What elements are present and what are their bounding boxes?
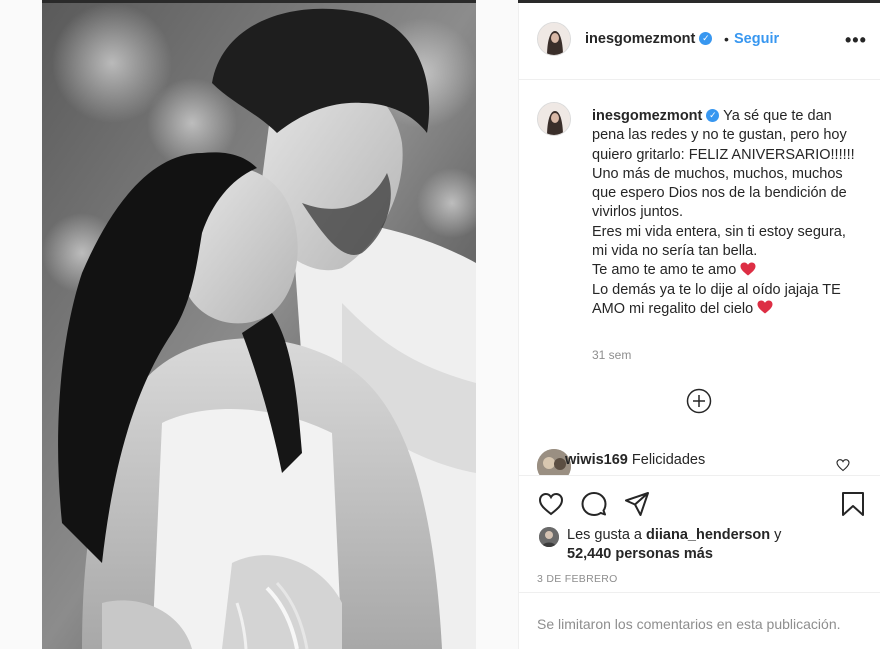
caption-line-3: Eres mi vida entera, sin ti estoy segura…: [592, 223, 846, 260]
page-background-gap: [476, 0, 518, 649]
red-heart-emoji: [740, 262, 756, 276]
post-date[interactable]: 3 DE FEBRERO: [537, 573, 618, 585]
post-header: inesgomezmont ✓ • Seguir •••: [519, 3, 880, 80]
liker-username[interactable]: diiana_henderson: [646, 527, 770, 543]
post-detail-panel: inesgomezmont ✓ • Seguir ••• inesgomezmon…: [518, 3, 880, 649]
separator-dot: •: [724, 31, 729, 47]
follow-button[interactable]: Seguir: [734, 31, 779, 47]
page-background-left: [0, 0, 42, 649]
comment-item: wiwis169 Felicidades: [519, 447, 880, 475]
likes-prefix: Les gusta a: [567, 527, 642, 543]
bookmark-icon[interactable]: [839, 490, 867, 518]
comment-bubble-icon[interactable]: [580, 490, 608, 518]
post-photo[interactable]: [42, 3, 476, 649]
caption-time[interactable]: 31 sem: [592, 348, 631, 362]
caption-line-4: Te amo te amo te amo: [592, 262, 737, 279]
caption-line-2: Uno más de muchos, muchos, muchos que es…: [592, 165, 847, 221]
comment-like-heart-icon[interactable]: [836, 458, 850, 472]
likes-count[interactable]: 52,440 personas más: [567, 546, 713, 562]
action-bar: Les gusta a diiana_henderson y 52,440 per…: [519, 475, 880, 645]
post-caption: inesgomezmont ✓ Ya sé que te dan pena las…: [519, 80, 880, 476]
likes-conjunction: y: [774, 527, 782, 543]
red-heart-emoji: [757, 300, 773, 314]
caption-author-avatar[interactable]: [537, 102, 571, 136]
comment-body: Felicidades: [631, 452, 706, 468]
comments-limited-text: Se limitaron los comentarios en esta pub…: [537, 616, 841, 632]
caption-username[interactable]: inesgomezmont ✓: [592, 108, 720, 124]
author-username[interactable]: inesgomezmont ✓: [585, 31, 713, 47]
verified-badge-icon: ✓: [706, 108, 720, 122]
more-options-icon[interactable]: •••: [845, 30, 867, 51]
caption-text: inesgomezmont ✓ Ya sé que te dan pena las…: [592, 107, 862, 319]
comments-limited-notice: Se limitaron los comentarios en esta pub…: [519, 592, 880, 646]
liker-avatar[interactable]: [539, 527, 559, 547]
heart-outline-icon[interactable]: [537, 490, 565, 518]
author-avatar[interactable]: [537, 22, 571, 56]
comment-text: wiwis169 Felicidades: [565, 452, 705, 468]
commenter-username[interactable]: wiwis169: [565, 452, 628, 468]
caption-line-5: Lo demás ya te lo dije al oído jajaja TE…: [592, 281, 841, 317]
paper-plane-icon[interactable]: [623, 490, 651, 518]
verified-badge-icon: ✓: [699, 31, 713, 45]
likes-text: Les gusta a diiana_henderson y 52,440 per…: [567, 526, 867, 564]
plus-circle-icon[interactable]: [686, 388, 712, 414]
